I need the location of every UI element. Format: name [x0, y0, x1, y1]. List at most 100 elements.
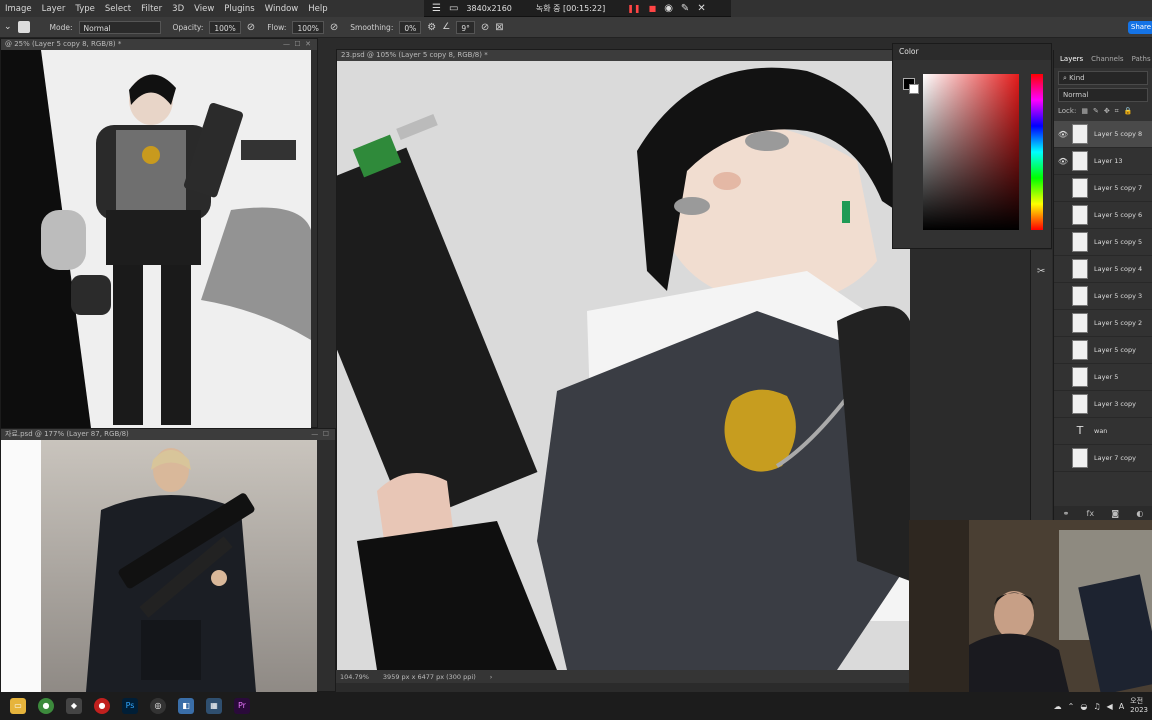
- clock[interactable]: 오전 2023: [1130, 697, 1148, 715]
- calculator-icon[interactable]: ▦: [206, 698, 222, 714]
- smoothing-field[interactable]: 0%: [399, 20, 422, 34]
- menu-layer[interactable]: Layer: [37, 4, 71, 14]
- menu-select[interactable]: Select: [100, 4, 136, 14]
- lock-pixels-icon[interactable]: ▦: [1081, 107, 1088, 115]
- eye-icon[interactable]: 👁: [1054, 130, 1072, 139]
- layer-row[interactable]: Layer 5 copy 6: [1054, 202, 1152, 229]
- lock-artboard-icon[interactable]: ⌗: [1115, 107, 1119, 116]
- adjustment-icon[interactable]: ◐: [1136, 509, 1143, 518]
- menu-icon[interactable]: ☰: [432, 3, 441, 14]
- color-panel-title[interactable]: Color: [893, 44, 1051, 60]
- close-icon[interactable]: ✕: [697, 3, 705, 14]
- record-icon[interactable]: ●: [94, 698, 110, 714]
- layer-filter-kind[interactable]: ⌕ Kind: [1058, 71, 1148, 85]
- zoom-level[interactable]: 104.79%: [340, 673, 369, 681]
- blend-mode-select[interactable]: Normal: [1058, 88, 1148, 102]
- main-doc-tab[interactable]: 23.psd @ 105% (Layer 5 copy 8, RGB/8) *: [337, 50, 909, 61]
- menu-view[interactable]: View: [189, 4, 219, 14]
- pressure-opacity-icon[interactable]: ⊘: [247, 22, 255, 33]
- layer-row[interactable]: Layer 5 copy 2: [1054, 310, 1152, 337]
- file-explorer-icon[interactable]: ▭: [10, 698, 26, 714]
- menu-filter[interactable]: Filter: [136, 4, 167, 14]
- saturation-value-picker[interactable]: [923, 74, 1019, 230]
- layer-row[interactable]: Layer 5 copy: [1054, 337, 1152, 364]
- camera-icon[interactable]: ◉: [664, 3, 673, 14]
- photo-reference-tab[interactable]: 자료.psd @ 177% (Layer 87, RGB/8) — ☐: [1, 429, 335, 440]
- tools-icon[interactable]: ✂: [1037, 266, 1052, 277]
- layer-row[interactable]: Layer 5 copy 3: [1054, 283, 1152, 310]
- menu-help[interactable]: Help: [303, 4, 332, 14]
- layer-row[interactable]: Twan: [1054, 418, 1152, 445]
- angle-icon: ∠: [442, 22, 451, 32]
- menu-3d[interactable]: 3D: [167, 4, 189, 14]
- layer-row[interactable]: Layer 7 copy: [1054, 445, 1152, 472]
- photo-reference-window[interactable]: 자료.psd @ 177% (Layer 87, RGB/8) — ☐: [0, 428, 336, 692]
- weather-icon[interactable]: ☁: [1054, 702, 1062, 711]
- mask-icon[interactable]: ◙: [1111, 509, 1119, 518]
- fx-icon[interactable]: fx: [1087, 509, 1095, 518]
- chrome-icon[interactable]: ●: [38, 698, 54, 714]
- hue-slider[interactable]: [1031, 74, 1043, 230]
- clock-time: 오전: [1130, 697, 1144, 705]
- layer-name: Layer 5 copy 6: [1094, 211, 1143, 219]
- gear-icon[interactable]: ⚙: [427, 22, 436, 33]
- photo-reference-canvas[interactable]: [41, 440, 317, 692]
- app-icon[interactable]: ◧: [178, 698, 194, 714]
- premiere-icon[interactable]: Pr: [234, 698, 250, 714]
- pressure-size-icon[interactable]: ⊘: [481, 22, 489, 33]
- flow-field[interactable]: 100%: [292, 20, 324, 34]
- layer-row[interactable]: Layer 5: [1054, 364, 1152, 391]
- network-icon[interactable]: ◒: [1080, 702, 1087, 711]
- layer-name: Layer 5 copy: [1094, 346, 1136, 354]
- chevron-right-icon[interactable]: ›: [490, 673, 493, 681]
- layer-row[interactable]: Layer 3 copy: [1054, 391, 1152, 418]
- chevron-up-icon[interactable]: ⌃: [1068, 702, 1075, 711]
- pencil-icon[interactable]: ✎: [681, 3, 689, 14]
- taskbar: ▭ ● ◆ ● Ps ◎ ◧ ▦ Pr ☁ ⌃ ◒ ♫ ◀ A 오전 2023: [0, 692, 1152, 720]
- mode-select[interactable]: Normal: [78, 20, 161, 34]
- eye-icon[interactable]: 👁: [1054, 157, 1072, 166]
- tab-channels[interactable]: Channels: [1091, 55, 1123, 63]
- photoshop-icon[interactable]: Ps: [122, 698, 138, 714]
- menu-window[interactable]: Window: [260, 4, 304, 14]
- layer-name: Layer 13: [1094, 157, 1123, 165]
- volume-icon[interactable]: ◀: [1107, 702, 1113, 711]
- pause-icon[interactable]: ❚❚: [627, 4, 640, 13]
- menu-plugins[interactable]: Plugins: [219, 4, 259, 14]
- share-button[interactable]: Share: [1128, 21, 1152, 34]
- layer-row[interactable]: 👁 Layer 13: [1054, 148, 1152, 175]
- status-bar: 104.79% 3959 px x 6477 px (300 ppi) ›: [336, 670, 910, 683]
- layer-row[interactable]: 👁 Layer 5 copy 8: [1054, 121, 1152, 148]
- menu-image[interactable]: Image: [0, 4, 37, 14]
- main-canvas[interactable]: [337, 61, 910, 670]
- character-sketch-canvas[interactable]: [1, 50, 311, 428]
- lock-position-icon[interactable]: ✥: [1104, 107, 1110, 115]
- symmetry-icon[interactable]: ⊠: [495, 22, 503, 33]
- layer-row[interactable]: Layer 5 copy 5: [1054, 229, 1152, 256]
- layer-thumbnail: [1072, 124, 1088, 144]
- lock-paint-icon[interactable]: ✎: [1093, 107, 1099, 115]
- tab-layers[interactable]: Layers: [1060, 55, 1083, 63]
- app-icon[interactable]: ◎: [150, 698, 166, 714]
- link-icon[interactable]: ⚭: [1063, 509, 1070, 518]
- stop-icon[interactable]: ■: [649, 4, 657, 13]
- angle-field[interactable]: 9°: [456, 20, 475, 34]
- reference-doc-window[interactable]: @ 25% (Layer 5 copy 8, RGB/8) * — ☐ ✕: [0, 38, 318, 428]
- tool-preset-icon[interactable]: ⌄: [4, 22, 12, 32]
- menu-type[interactable]: Type: [70, 4, 100, 14]
- window-controls[interactable]: — ☐ ✕: [283, 39, 317, 50]
- language-icon[interactable]: A: [1119, 702, 1124, 711]
- app-icon[interactable]: ◆: [66, 698, 82, 714]
- layer-row[interactable]: Layer 5 copy 4: [1054, 256, 1152, 283]
- layer-row[interactable]: Layer 5 copy 7: [1054, 175, 1152, 202]
- lock-all-icon[interactable]: 🔒: [1124, 107, 1133, 115]
- brush-icon[interactable]: [17, 21, 30, 33]
- microphone-icon[interactable]: ♫: [1093, 702, 1100, 711]
- reference-doc-tab[interactable]: @ 25% (Layer 5 copy 8, RGB/8) * — ☐ ✕: [1, 39, 317, 50]
- opacity-field[interactable]: 100%: [209, 20, 241, 34]
- airbrush-icon[interactable]: ⊘: [330, 22, 338, 33]
- window-controls[interactable]: — ☐: [311, 429, 335, 440]
- background-swatch[interactable]: [909, 84, 919, 94]
- main-doc-window[interactable]: 23.psd @ 105% (Layer 5 copy 8, RGB/8) *: [336, 49, 910, 670]
- tab-paths[interactable]: Paths: [1132, 55, 1151, 63]
